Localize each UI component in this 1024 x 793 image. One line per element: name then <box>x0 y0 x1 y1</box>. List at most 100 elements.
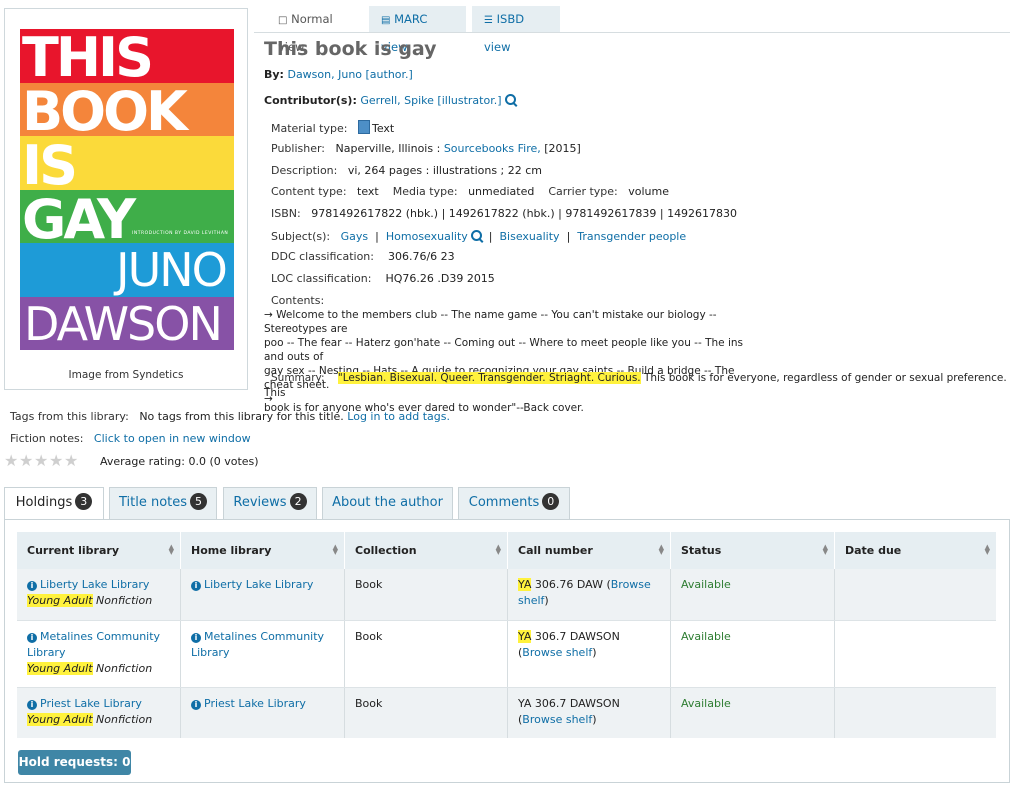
location-highlight: Young Adult <box>27 712 93 726</box>
isbn-value: 9781492617822 (hbk.) | 1492617822 (hbk.)… <box>311 207 738 220</box>
info-icon: i <box>191 581 201 591</box>
media-type-value: unmediated <box>468 185 535 198</box>
tab-reviews[interactable]: Reviews 2 <box>223 487 317 519</box>
contents-line: → Welcome to the members club -- The nam… <box>264 309 717 335</box>
tab-comments[interactable]: Comments 0 <box>458 487 570 519</box>
cover-caption: Image from Syndetics <box>68 369 184 381</box>
cover-word-1: THIS <box>22 29 154 89</box>
sort-icon: ▲ ▼ <box>332 543 338 556</box>
star-icon[interactable]: ★ <box>4 453 18 469</box>
tab-normal-view[interactable]: □ Normal view <box>266 6 368 54</box>
status-cell: Available <box>670 687 835 738</box>
loc-label: LOC classification: <box>271 272 372 285</box>
subject-link-gays[interactable]: Gays <box>341 230 369 243</box>
column-header-collection[interactable]: Collection ▲ ▼ <box>344 532 508 569</box>
isbn-label: ISBN: <box>271 207 301 220</box>
search-icon[interactable] <box>470 230 482 241</box>
location-highlight: Young Adult <box>27 594 93 607</box>
date-due-cell <box>834 687 996 738</box>
search-icon[interactable] <box>504 94 516 105</box>
ddc-label: DDC classification: <box>271 250 374 263</box>
collection-cell: Book <box>344 687 508 738</box>
hold-requests-button[interactable]: Hold requests: 0 <box>18 750 131 775</box>
book-cover-image[interactable]: THIS BOOK IS GAY INTRODUCTION BY DAVID L… <box>20 29 234 350</box>
tab-isbd-view[interactable]: ☰ ISBD view <box>472 6 560 54</box>
average-rating: Average rating: 0.0 (0 votes) <box>100 455 259 468</box>
content-type-value: text <box>357 185 379 198</box>
home-library-link[interactable]: Liberty Lake Library <box>204 578 313 591</box>
browse-shelf-link[interactable]: Browse shelf <box>522 713 592 726</box>
table-row: i Liberty Lake Library Young Adult Nonfict… <box>17 569 996 621</box>
call-number: 306.7 DAWSON <box>531 629 620 643</box>
column-header-home-library[interactable]: Home library ▲ ▼ <box>180 532 345 569</box>
star-icon[interactable]: ★ <box>19 453 33 469</box>
browse-shelf-link[interactable]: Browse shelf <box>522 646 592 659</box>
cover-word-2: BOOK <box>22 80 188 143</box>
call-number-prefix: YA <box>518 578 532 591</box>
location-text: Nonfiction <box>96 594 153 607</box>
star-icon[interactable]: ★ <box>34 453 48 469</box>
publisher-year: [2015] <box>544 142 581 155</box>
current-library-link[interactable]: Metalines Community Library <box>27 630 160 659</box>
material-type-label: Material type: <box>271 122 348 135</box>
divider <box>254 32 1010 33</box>
column-header-current-library[interactable]: Current library ▲ ▼ <box>17 532 181 569</box>
status-cell: Available <box>670 620 835 688</box>
author-link[interactable]: Dawson, Juno [author.] <box>287 68 412 81</box>
fiction-notes-link[interactable]: Click to open in new window <box>94 432 251 445</box>
publisher-place: Naperville, Illinois : <box>335 142 441 155</box>
collection-cell: Book <box>344 620 508 688</box>
contents-label: Contents: <box>271 294 325 307</box>
login-to-add-tags-link[interactable]: Log in to add tags. <box>347 410 450 423</box>
sort-icon: ▲ ▼ <box>495 543 501 556</box>
column-header-date-due[interactable]: Date due ▲ ▼ <box>834 532 996 569</box>
info-icon: i <box>27 581 37 591</box>
star-icon[interactable]: ★ <box>64 453 78 469</box>
home-library-link[interactable]: Priest Lake Library <box>204 697 306 710</box>
sort-icon: ▲ ▼ <box>984 543 990 556</box>
info-icon: i <box>27 632 37 643</box>
description-value: vi, 264 pages : illustrations ; 22 cm <box>347 164 543 177</box>
contents-line: poo -- The fear -- Haterz gon'hate -- Co… <box>264 337 744 363</box>
cover-author-line-2: DAWSON <box>24 297 223 350</box>
subject-link-bisexuality[interactable]: Bisexuality <box>500 230 560 243</box>
publisher-link[interactable]: Sourcebooks Fire, <box>444 142 541 155</box>
status-cell: Available <box>670 569 835 621</box>
sort-icon: ▲ ▼ <box>658 543 664 556</box>
summary-highlight: "Lesbian. Bisexual. Queer. Transgender. … <box>337 372 641 384</box>
current-library-link[interactable]: Liberty Lake Library <box>40 578 149 591</box>
contributor-label: Contributor(s): <box>264 94 357 107</box>
current-library-link[interactable]: Priest Lake Library <box>40 697 142 710</box>
document-icon: □ <box>278 15 288 26</box>
star-icon[interactable]: ★ <box>49 453 63 469</box>
tab-about-author[interactable]: About the author <box>322 487 453 519</box>
date-due-cell <box>834 620 996 688</box>
info-icon: i <box>27 699 37 710</box>
by-label: By: <box>264 68 284 81</box>
table-row: i Priest Lake Library Young Adult Nonficti… <box>17 687 996 738</box>
contributor-link[interactable]: Gerrell, Spike [illustrator.] <box>360 94 501 107</box>
tab-marc-view[interactable]: ▤ MARC view <box>369 6 466 54</box>
collection-cell: Book <box>344 569 508 621</box>
count-badge: 5 <box>190 493 208 510</box>
tags-text: No tags from this library for this title… <box>139 410 344 423</box>
home-library-link[interactable]: Metalines Community Library <box>191 630 324 659</box>
location-text: Nonfiction <box>96 661 153 675</box>
tab-holdings[interactable]: Holdings 3 <box>4 487 104 520</box>
summary-label: Summary: <box>271 372 325 384</box>
subject-link-homosexuality[interactable]: Homosexuality <box>386 230 468 243</box>
column-header-status[interactable]: Status ▲ ▼ <box>670 532 835 569</box>
page-title: This book is gay <box>264 38 437 60</box>
count-badge: 3 <box>75 493 93 510</box>
location-highlight: Young Adult <box>27 661 93 675</box>
cover-panel: THIS BOOK IS GAY INTRODUCTION BY DAVID L… <box>4 8 248 390</box>
subject-link-transgender[interactable]: Transgender people <box>577 230 686 243</box>
info-icon: i <box>191 699 201 710</box>
carrier-type-value: volume <box>628 185 670 198</box>
ddc-value: 306.76/6 23 <box>387 250 455 263</box>
location-text: Nonfiction <box>96 712 153 726</box>
date-due-cell <box>834 569 996 621</box>
description-label: Description: <box>271 164 338 177</box>
tab-title-notes[interactable]: Title notes 5 <box>109 487 217 519</box>
column-header-call-number[interactable]: Call number ▲ ▼ <box>507 532 671 569</box>
